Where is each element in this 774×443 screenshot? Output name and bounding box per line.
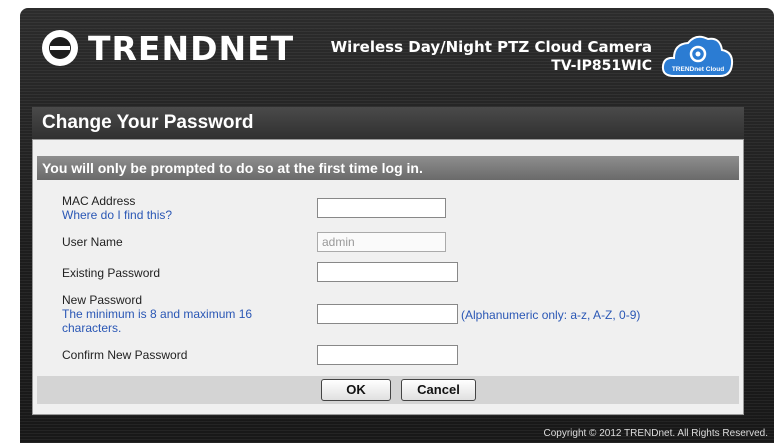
product-info: Wireless Day/Night PTZ Cloud Camera TV-I…: [331, 38, 652, 74]
new-password-input[interactable]: [317, 304, 458, 324]
new-password-label: New Password: [62, 293, 143, 307]
trendnet-logo: TRENDNET: [42, 28, 294, 68]
trendnet-logo-icon: [42, 30, 78, 66]
mac-help-link[interactable]: Where do I find this?: [62, 208, 172, 222]
cloud-badge-label: TRENDnet Cloud: [672, 66, 724, 73]
first-login-notice: You will only be prompted to do so at th…: [37, 156, 739, 180]
product-name: Wireless Day/Night PTZ Cloud Camera: [330, 38, 652, 56]
mac-address-input[interactable]: [317, 198, 446, 218]
mac-address-label: MAC Address: [62, 194, 136, 208]
existing-password-input[interactable]: [317, 262, 458, 282]
confirm-password-label: Confirm New Password: [62, 348, 188, 362]
page-title: Change Your Password: [32, 107, 744, 139]
new-password-help-line2: characters.: [62, 321, 122, 335]
cancel-button[interactable]: Cancel: [401, 379, 476, 401]
new-password-help-line1: The minimum is 8 and maximum 16: [62, 307, 253, 321]
confirm-password-input[interactable]: [317, 345, 458, 365]
copyright-text: Copyright © 2012 TRENDnet. All Rights Re…: [543, 428, 768, 439]
logo-text: TRENDNET: [88, 28, 295, 68]
change-password-form: You will only be prompted to do so at th…: [32, 139, 744, 415]
alphanumeric-hint: (Alphanumeric only: a-z, A-Z, 0-9): [461, 308, 641, 322]
username-input: [317, 232, 446, 252]
product-model: TV-IP851WIC: [551, 58, 652, 74]
existing-password-label: Existing Password: [62, 266, 161, 280]
trendnet-cloud-icon: TRENDnet Cloud: [661, 35, 734, 77]
ok-button[interactable]: OK: [321, 379, 391, 401]
username-label: User Name: [62, 235, 123, 249]
button-bar: OK Cancel: [37, 376, 739, 404]
